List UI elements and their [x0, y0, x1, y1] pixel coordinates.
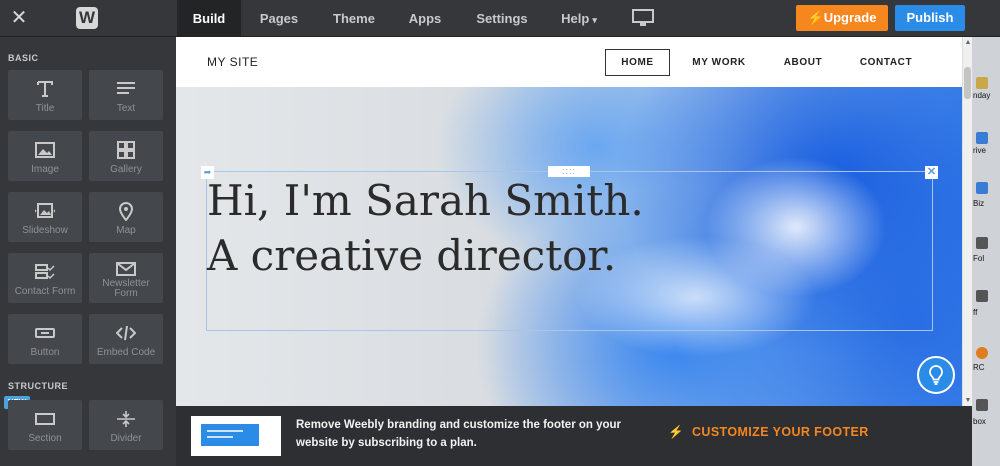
- tab-pages[interactable]: Pages: [248, 0, 310, 37]
- site-canvas: MY SITE HOME MY WORK ABOUT CONTACT ➦ :::…: [176, 37, 962, 406]
- folder-icon: [976, 77, 988, 89]
- thumbnail-line: [207, 430, 243, 432]
- nav-my-work[interactable]: MY WORK: [682, 49, 756, 76]
- tile-map[interactable]: Map: [89, 192, 163, 242]
- desktop-label: nday: [973, 91, 991, 100]
- button-icon: [35, 328, 55, 338]
- tile-embed-code[interactable]: Embed Code: [89, 314, 163, 364]
- tile-label: Section: [28, 433, 62, 444]
- monitor-icon[interactable]: [632, 9, 654, 27]
- drive-icon: [976, 132, 988, 144]
- desktop-strip: nday rive Biz Fol ff RC box: [972, 37, 1000, 466]
- thumbnail-line: [207, 436, 233, 438]
- customize-footer-link[interactable]: ⚡ CUSTOMIZE YOUR FOOTER: [668, 425, 869, 440]
- text-icon: [117, 82, 135, 94]
- tile-divider[interactable]: Divider: [89, 400, 163, 450]
- top-toolbar: ✕ W Build Pages Theme Apps Settings Help…: [0, 0, 1000, 37]
- lightbulb-icon: [929, 365, 943, 385]
- tab-build[interactable]: Build: [177, 0, 241, 37]
- tile-label: Divider: [110, 433, 142, 444]
- file-icon: [976, 182, 988, 194]
- bolt-icon: ⚡: [807, 10, 824, 25]
- file-icon: [976, 290, 988, 302]
- scroll-thumb[interactable]: [964, 67, 971, 99]
- weebly-logo: W: [76, 7, 98, 29]
- delete-icon[interactable]: ✕: [925, 166, 938, 179]
- tile-contact-form[interactable]: Contact Form: [8, 253, 82, 303]
- footer-preview-thumbnail: [191, 416, 281, 456]
- tile-label: Map: [116, 225, 136, 236]
- nav-about[interactable]: ABOUT: [773, 49, 833, 76]
- tab-help[interactable]: Help ▾: [554, 0, 604, 37]
- footer-promo-bar: Remove Weebly branding and customize the…: [176, 406, 972, 466]
- hero-section: ➦ :::: ✕ Hi, I'm Sarah Smith. A creative…: [176, 87, 962, 406]
- thumbnail-block: [201, 424, 259, 446]
- tile-newsletter-form[interactable]: Newsletter Form: [89, 253, 163, 303]
- section-label-basic: BASIC: [8, 53, 39, 63]
- desktop-label: RC: [973, 363, 985, 372]
- cta-label: CUSTOMIZE YOUR FOOTER: [691, 425, 869, 439]
- editor-window: ✕ W Build Pages Theme Apps Settings Help…: [0, 0, 1000, 466]
- desktop-label: box: [973, 417, 986, 426]
- tile-label: Contact Form: [14, 286, 76, 297]
- tile-label: Embed Code: [96, 347, 156, 358]
- desktop-label: rive: [973, 146, 986, 155]
- section-label-structure: STRUCTURE: [8, 381, 68, 391]
- canvas-scrollbar[interactable]: ▲ ▼: [962, 37, 972, 406]
- newsletter-icon: [116, 262, 136, 276]
- chevron-down-icon: ▾: [592, 15, 597, 25]
- title-icon: [37, 81, 53, 97]
- tile-button[interactable]: Button: [8, 314, 82, 364]
- tile-label: Title: [35, 103, 55, 114]
- file-icon: [976, 237, 988, 249]
- tile-label: Newsletter Form: [102, 278, 150, 299]
- bolt-icon: ⚡: [668, 425, 684, 439]
- promo-text: Remove Weebly branding and customize the…: [296, 419, 622, 449]
- desktop-label: Fol: [973, 254, 985, 263]
- desktop-label: Biz: [973, 199, 985, 208]
- divider-icon: [117, 411, 135, 427]
- image-icon: [35, 142, 55, 158]
- tile-label: Slideshow: [22, 225, 68, 236]
- app-icon: [976, 347, 988, 359]
- tile-label: Gallery: [110, 164, 142, 175]
- tile-label: Image: [31, 164, 59, 175]
- section-icon: [35, 413, 55, 425]
- gallery-icon: [117, 141, 135, 159]
- tile-text[interactable]: Text: [89, 70, 163, 120]
- element-sidebar: BASIC Title Text Image Gallery Slideshow…: [0, 37, 176, 466]
- hero-heading[interactable]: Hi, I'm Sarah Smith. A creative director…: [207, 173, 647, 283]
- tab-settings[interactable]: Settings: [466, 0, 538, 37]
- nav-home[interactable]: HOME: [605, 49, 670, 76]
- tile-section[interactable]: Section: [8, 400, 82, 450]
- desktop-label: ff: [973, 308, 978, 317]
- upgrade-button[interactable]: ⚡Upgrade: [796, 5, 888, 31]
- tile-title[interactable]: Title: [8, 70, 82, 120]
- tab-help-label: Help: [561, 11, 590, 26]
- tile-label: Text: [116, 103, 136, 114]
- nav-contact[interactable]: CONTACT: [852, 49, 920, 76]
- publish-button[interactable]: Publish: [895, 5, 965, 31]
- tab-theme[interactable]: Theme: [322, 0, 386, 37]
- upgrade-label: Upgrade: [823, 10, 877, 25]
- help-button[interactable]: [917, 356, 955, 394]
- tile-gallery[interactable]: Gallery: [89, 131, 163, 181]
- file-icon: [976, 399, 988, 411]
- tile-label: Button: [30, 347, 60, 358]
- tile-image[interactable]: Image: [8, 131, 82, 181]
- map-icon: [118, 202, 134, 221]
- contact-form-icon: [35, 264, 55, 280]
- site-title[interactable]: MY SITE: [207, 55, 258, 69]
- tab-apps[interactable]: Apps: [400, 0, 450, 37]
- tile-slideshow[interactable]: Slideshow: [8, 192, 82, 242]
- site-header: MY SITE HOME MY WORK ABOUT CONTACT: [176, 37, 962, 87]
- close-icon[interactable]: ✕: [10, 8, 28, 28]
- embed-code-icon: [116, 325, 136, 341]
- slideshow-icon: [35, 203, 55, 218]
